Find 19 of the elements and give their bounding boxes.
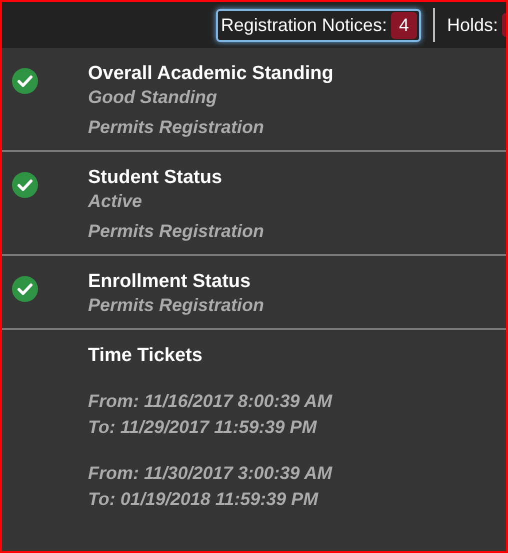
ticket-to: To: 01/19/2018 11:59:39 PM [88, 488, 320, 511]
check-icon [12, 68, 38, 94]
ticket-from: From: 11/30/2017 3:00:39 AM [88, 462, 332, 485]
status-text: Active [88, 190, 144, 212]
ticket-to: To: 11/29/2017 11:59:39 PM [88, 416, 318, 439]
holds-label[interactable]: Holds: [446, 12, 498, 38]
status-text: Permits Registration [88, 294, 264, 316]
section-title: Overall Academic Standing [88, 62, 334, 86]
registration-notices-button[interactable]: Registration Notices: 4 [216, 8, 421, 42]
count-badge: 4 [390, 12, 417, 38]
status-text: Good Standing [88, 86, 218, 108]
ticket-from: From: 11/16/2017 8:00:39 AM [88, 390, 332, 413]
section-title: Student Status [88, 166, 224, 190]
status-text: Permits Registration [88, 220, 264, 242]
status-text: Permits Registration [88, 116, 266, 138]
check-icon [12, 276, 38, 302]
section-title: Time Tickets [88, 344, 204, 368]
check-icon [12, 172, 38, 198]
section-title: Enrollment Status [88, 270, 252, 294]
